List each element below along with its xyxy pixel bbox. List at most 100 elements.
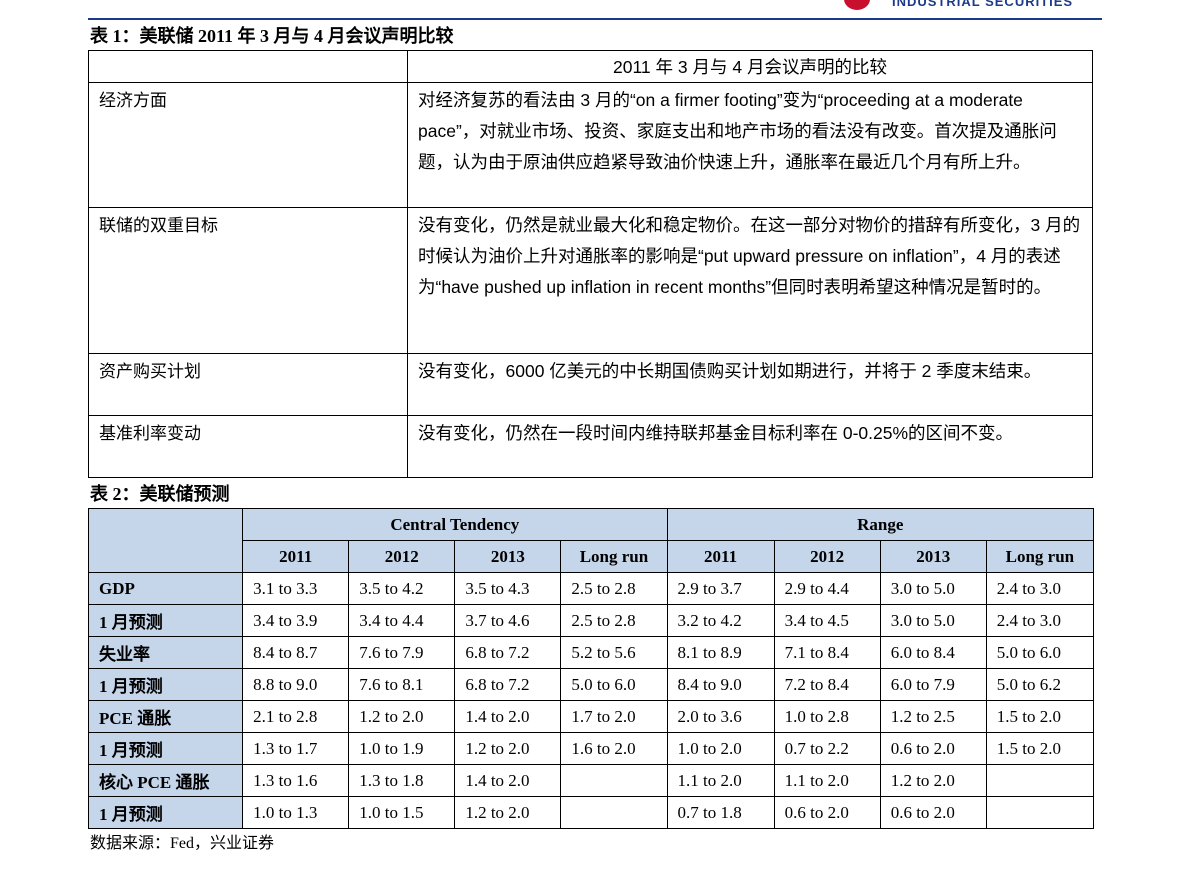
year-header: 2011 [242,540,350,573]
projection-cell: 2.0 to 3.6 [666,700,775,733]
row-text: 没有变化，6000 亿美元的中长期国债购买计划如期进行，并将于 2 季度末结束。 [407,353,1093,416]
projection-cell: 1.2 to 2.0 [348,700,456,733]
table-row: 资产购买计划 没有变化，6000 亿美元的中长期国债购买计划如期进行，并将于 2… [88,353,1093,416]
projection-cell: 2.5 to 2.8 [560,572,668,605]
projection-cell: 0.7 to 2.2 [773,732,881,765]
fomc-statement-comparison-table: 2011 年 3 月与 4 月会议声明的比较 经济方面 对经济复苏的看法由 3 … [88,50,1093,478]
row-category: 基准利率变动 [88,415,408,478]
projection-cell: 1.3 to 1.7 [242,732,350,765]
data-source-note: 数据来源：Fed，兴业证券 [90,835,275,852]
projection-cell: 2.9 to 3.7 [666,572,775,605]
table-row: 1 月预测 1.0 to 1.3 1.0 to 1.5 1.2 to 2.0 0.7 t… [87,796,1095,829]
table-row: PCE 通胀 2.1 to 2.8 1.2 to 2.0 1.4 to 2.0 1.7 … [87,700,1095,733]
year-header: 2012 [348,540,456,573]
projection-cell: 1.2 to 2.5 [879,700,987,733]
projection-cell [985,796,1095,829]
row-label: 1 月预测 [87,796,244,829]
projection-cell: 8.1 to 8.9 [666,636,775,669]
row-label: 失业率 [87,636,244,669]
projection-cell: 1.0 to 2.0 [666,732,775,765]
year-header: 2011 [666,540,775,573]
table-row: 1 月预测 3.4 to 3.9 3.4 to 4.4 3.7 to 4.6 2.5 t… [87,604,1095,637]
projection-cell: 7.1 to 8.4 [773,636,881,669]
year-header: 2013 [454,540,562,573]
projection-cell: 8.4 to 9.0 [666,668,775,701]
projection-cell: 0.6 to 2.0 [773,796,881,829]
logo-text: INDUSTRIAL SECURITIES [892,0,1074,9]
projection-cell: 8.8 to 9.0 [242,668,350,701]
projection-cell [560,796,668,829]
projection-cell: 3.7 to 4.6 [454,604,562,637]
table-row: 联储的双重目标 没有变化，仍然是就业最大化和稳定物价。在这一部分对物价的措辞有所… [88,207,1093,354]
table1-header: 2011 年 3 月与 4 月会议声明的比较 [407,50,1093,83]
projection-cell: 3.5 to 4.3 [454,572,562,605]
projection-cell: 1.5 to 2.0 [985,732,1095,765]
year-header: 2013 [879,540,987,573]
year-header: Long run [985,540,1095,573]
projection-cell: 2.4 to 3.0 [985,572,1095,605]
projection-cell: 1.4 to 2.0 [454,764,562,797]
row-label: 1 月预测 [87,604,244,637]
projection-cell: 5.2 to 5.6 [560,636,668,669]
table-row: 失业率 8.4 to 8.7 7.6 to 7.9 6.8 to 7.2 5.2 to … [87,636,1095,669]
projection-cell: 1.3 to 1.6 [242,764,350,797]
projection-cell: 1.2 to 2.0 [454,796,562,829]
row-label: PCE 通胀 [87,700,244,733]
row-label: 1 月预测 [87,668,244,701]
projection-cell: 1.0 to 2.8 [773,700,881,733]
projection-cell: 2.5 to 2.8 [560,604,668,637]
projection-cell: 7.6 to 7.9 [348,636,456,669]
projection-cell: 0.6 to 2.0 [879,732,987,765]
row-text: 没有变化，仍然在一段时间内维持联邦基金目标利率在 0-0.25%的区间不变。 [407,415,1093,478]
projection-cell: 3.0 to 5.0 [879,572,987,605]
projection-cell: 1.5 to 2.0 [985,700,1095,733]
projection-cell: 1.4 to 2.0 [454,700,562,733]
projection-cell: 1.6 to 2.0 [560,732,668,765]
table-row: 经济方面 对经济复苏的看法由 3 月的“on a firmer footing”… [88,82,1093,208]
header-logo: INDUSTRIAL SECURITIES [836,0,1086,14]
projection-cell: 6.0 to 8.4 [879,636,987,669]
table1-header-blank [88,50,408,83]
row-label: 核心 PCE 通胀 [87,764,244,797]
year-header: 2012 [773,540,881,573]
year-header: Long run [560,540,668,573]
row-label: GDP [87,572,244,605]
row-text: 对经济复苏的看法由 3 月的“on a firmer footing”变为“pr… [407,82,1093,208]
projection-cell: 1.2 to 2.0 [879,764,987,797]
group-range: Range [666,508,1095,541]
table-row: 核心 PCE 通胀 1.3 to 1.6 1.3 to 1.8 1.4 to 2.0 1… [87,764,1095,797]
projection-cell: 2.1 to 2.8 [242,700,350,733]
projection-cell: 7.2 to 8.4 [773,668,881,701]
projection-cell: 1.1 to 2.0 [773,764,881,797]
group-central-tendency: Central Tendency [242,508,668,541]
projection-cell: 6.8 to 7.2 [454,668,562,701]
projection-cell: 1.0 to 1.9 [348,732,456,765]
row-category: 经济方面 [88,82,408,208]
row-label: 1 月预测 [87,732,244,765]
projection-cell: 5.0 to 6.0 [560,668,668,701]
projection-cell: 8.4 to 8.7 [242,636,350,669]
projection-cell: 3.4 to 3.9 [242,604,350,637]
row-category: 资产购买计划 [88,353,408,416]
projection-cell: 2.9 to 4.4 [773,572,881,605]
row-category: 联储的双重目标 [88,207,408,354]
projection-cell: 3.0 to 5.0 [879,604,987,637]
projection-cell: 3.2 to 4.2 [666,604,775,637]
projection-cell: 3.4 to 4.4 [348,604,456,637]
projection-cell: 6.8 to 7.2 [454,636,562,669]
table-row: 1 月预测 8.8 to 9.0 7.6 to 8.1 6.8 to 7.2 5.0 t… [87,668,1095,701]
projection-cell: 0.6 to 2.0 [879,796,987,829]
projection-cell [985,764,1095,797]
projection-cell: 6.0 to 7.9 [879,668,987,701]
logo-mark-icon [844,0,870,10]
projection-cell: 1.1 to 2.0 [666,764,775,797]
table1-caption: 表 1：美联储 2011 年 3 月与 4 月会议声明比较 [90,26,454,46]
table2-caption: 表 2：美联储预测 [90,484,230,504]
table-row: 基准利率变动 没有变化，仍然在一段时间内维持联邦基金目标利率在 0-0.25%的… [88,415,1093,478]
projection-cell: 1.3 to 1.8 [348,764,456,797]
table-row: 1 月预测 1.3 to 1.7 1.0 to 1.9 1.2 to 2.0 1.6 t… [87,732,1095,765]
projection-cell: 3.5 to 4.2 [348,572,456,605]
header-rule [88,18,1102,20]
projection-cell: 1.0 to 1.3 [242,796,350,829]
projection-cell: 5.0 to 6.2 [985,668,1095,701]
